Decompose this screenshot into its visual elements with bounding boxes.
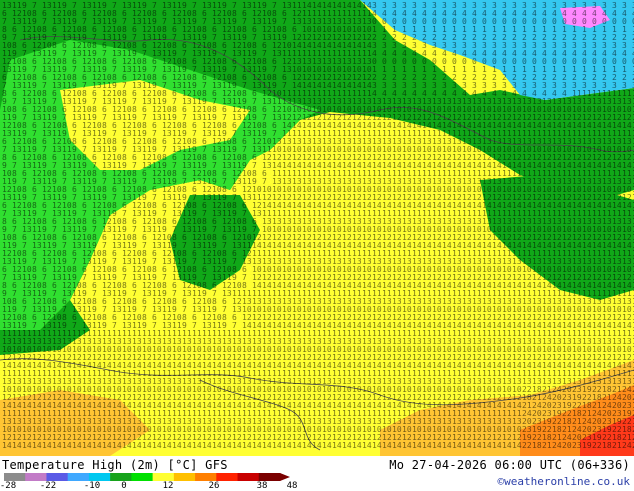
temperature-value: 14 [482, 441, 492, 450]
valid-time: Mo 27-04-2026 06:00 UTC (06+336) [389, 458, 630, 472]
credit-link[interactable]: ©weatheronline.co.uk [498, 475, 630, 488]
temperature-value: 14 [472, 441, 482, 450]
temperature-value: 18 [532, 441, 542, 450]
temperature-value: 14 [242, 441, 252, 450]
legend-swatch [110, 473, 132, 481]
temperature-value: 14 [202, 441, 212, 450]
temperature-value: 14 [222, 441, 232, 450]
temperature-value: 14 [312, 441, 322, 450]
legend-swatch [173, 473, 196, 481]
temperature-value: 14 [512, 441, 522, 450]
color-legend [4, 473, 290, 481]
temperature-value: 14 [2, 441, 12, 450]
temperature-value: 14 [272, 441, 282, 450]
map-footer: Temperature High (2m) [°C] GFS Mo 27-04-… [0, 456, 634, 491]
temperature-value: 14 [492, 441, 502, 450]
temperature-value: 14 [252, 441, 262, 450]
temperature-value: 21 [612, 441, 622, 450]
temperature-value: 14 [372, 441, 382, 450]
legend-swatch [67, 473, 90, 481]
temperature-value: 24 [552, 441, 562, 450]
temperature-value: 14 [352, 441, 362, 450]
temperature-value: 14 [102, 441, 112, 450]
temperature-value: 23 [572, 441, 582, 450]
temperature-value: 14 [412, 441, 422, 450]
temperature-value: 14 [382, 441, 392, 450]
temperature-value: 14 [142, 441, 152, 450]
temperature-value: 14 [132, 441, 142, 450]
temperature-value: 14 [322, 441, 332, 450]
temperature-value: 21 [542, 441, 552, 450]
legend-swatch [4, 473, 26, 481]
legend-swatch [237, 473, 260, 481]
temperature-value: 14 [342, 441, 352, 450]
temperature-value: 14 [452, 441, 462, 450]
temperature-field: 13 11 9 7 13 11 9 7 13 11 9 7 13 11 9 7 13 11 9 7 13 11 9 7 13 11… [0, 0, 634, 456]
temperature-value: 14 [52, 441, 62, 450]
legend-arrow [280, 473, 290, 481]
temperature-value: 14 [332, 441, 342, 450]
temperature-value: 14 [72, 441, 82, 450]
temperature-value: 22 [592, 441, 602, 450]
temperature-value: 14 [62, 441, 72, 450]
legend-swatch [46, 473, 69, 481]
legend-swatch [216, 473, 239, 481]
temperature-value: 14 [462, 441, 472, 450]
temperature-value: 22 [522, 441, 532, 450]
legend-swatch [152, 473, 175, 481]
legend-swatch [131, 473, 154, 481]
temperature-value: 14 [392, 441, 402, 450]
temperature-value: 14 [422, 441, 432, 450]
temperature-value: 14 [292, 441, 302, 450]
temperature-value: 14 [362, 441, 372, 450]
temperature-value: 14 [182, 441, 192, 450]
temperature-value: 14 [212, 441, 222, 450]
legend-swatch [195, 473, 217, 481]
temperature-value: 14 [122, 441, 132, 450]
temperature-value: 14 [402, 441, 412, 450]
temperature-value: 18 [602, 441, 612, 450]
temperature-value: 14 [432, 441, 442, 450]
temperature-value: 20 [562, 441, 572, 450]
temperature-value: 14 [92, 441, 102, 450]
temperature-value: 14 [262, 441, 272, 450]
temperature-value: 14 [442, 441, 452, 450]
temperature-value: 14 [12, 441, 22, 450]
temperature-value: 14 [152, 441, 162, 450]
temperature-value: 14 [192, 441, 202, 450]
temperature-value: 14 [82, 441, 92, 450]
temperature-value: 14 [172, 441, 182, 450]
legend-swatch [25, 473, 47, 481]
temperature-value: 14 [42, 441, 52, 450]
temperature-value: 14 [112, 441, 122, 450]
legend-swatch [88, 473, 111, 481]
temperature-value: 14 [502, 441, 512, 450]
temperature-value: 14 [302, 441, 312, 450]
temperature-value: 14 [22, 441, 32, 450]
temperature-value: 14 [282, 441, 292, 450]
temperature-value: 14 [32, 441, 42, 450]
legend-swatch [258, 473, 281, 481]
map-title: Temperature High (2m) [°C] GFS [2, 458, 228, 472]
temperature-map: 13 11 9 7 13 11 9 7 13 11 9 7 13 11 9 7 13 11 9 7 13 11 9 7 13 11… [0, 0, 634, 456]
temperature-value: 24 [622, 441, 632, 450]
temperature-value: 19 [582, 441, 592, 450]
temperature-value: 14 [162, 441, 172, 450]
temperature-value: 14 [232, 441, 242, 450]
